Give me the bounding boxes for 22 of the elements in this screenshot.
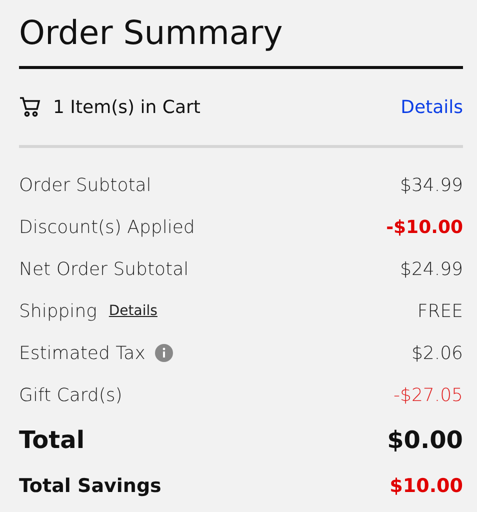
line-value: $2.06 [411, 342, 463, 364]
total-value: $0.00 [387, 426, 463, 454]
line-label: Gift Card(s) [19, 384, 122, 406]
line-label: Estimated Tax [19, 342, 146, 364]
line-value: $34.99 [400, 174, 463, 196]
savings-label: Total Savings [19, 475, 162, 497]
savings-value: $10.00 [390, 475, 463, 497]
line-value: $24.99 [400, 258, 463, 280]
line-value: -$27.05 [394, 384, 463, 406]
details-link[interactable]: Details [108, 303, 158, 319]
line-label: Discount(s) Applied [19, 216, 195, 238]
line-value: FREE [417, 300, 463, 322]
line-label: Shipping [19, 300, 97, 322]
line-label: Order Subtotal [19, 174, 152, 196]
cart-icon [19, 96, 41, 118]
info-icon[interactable] [155, 344, 174, 362]
summary-title: Order Summary [19, 12, 284, 54]
line-label: Net Order Subtotal [19, 258, 189, 280]
cart-count: 1 Item(s) in Cart [53, 96, 202, 118]
line-value: -$10.00 [386, 216, 463, 238]
total-label: Total [19, 426, 85, 454]
details-link[interactable]: Details [400, 96, 463, 118]
